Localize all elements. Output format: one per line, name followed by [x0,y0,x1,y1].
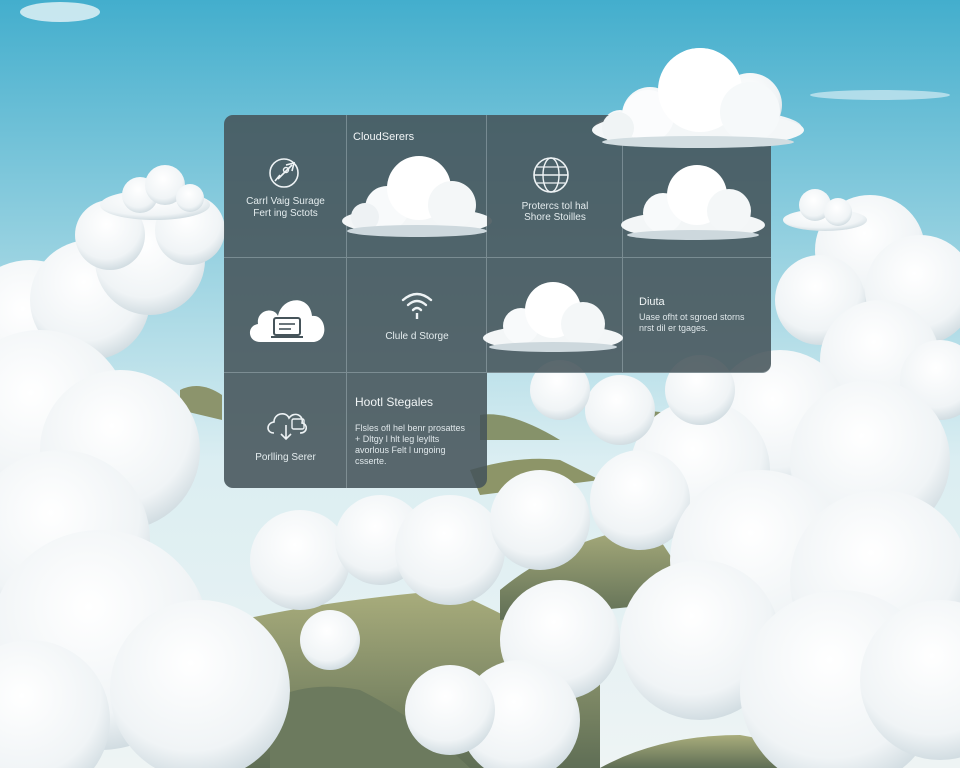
hosting-line2: + Dltgy l hlt leg leyllts [355,434,440,444]
floating-cloud [592,48,804,148]
storage-label-line2: Fert ing Sctots [253,208,318,219]
tile-data[interactable]: Diuta Uase ofht ot sgroed storns nrst di… [623,258,771,373]
cloud-illustration [342,156,492,237]
tile-hosting[interactable]: Hootl Stegales Flsles ofl hel benr prosa… [347,373,487,488]
data-line2: nrst dil er tgages. [639,323,709,333]
porting-label: Porlling Serer [255,452,316,463]
tile-cloud-laptop[interactable] [224,258,347,373]
cloud-sync-icon [267,413,308,441]
wifi-icon [401,292,433,319]
clude-storage-label: Clule d Storge [385,331,449,342]
data-title: Diuta [639,296,665,308]
storage-label-line1: Carrl Vaig Surage [246,196,325,207]
hosting-title: Hootl Stegales [355,395,434,409]
tile-clude-storage[interactable]: Clule d Storge [347,258,487,373]
protects-line2: Shore Stoilles [524,212,586,223]
cloud-servers-title: CloudSerers [353,131,415,143]
hosting-line4: csserte. [355,456,387,466]
tile-porting-server[interactable]: Porlling Serer [224,373,347,488]
tile-cloud-servers[interactable]: CloudSerers [342,115,492,258]
hosting-line3: avorlous Felt l ungoing [355,445,446,455]
cloud-laptop-icon [249,300,325,342]
data-line1: Uase ofht ot sgroed storns [639,312,745,322]
hosting-line1: Flsles ofl hel benr prosattes [355,423,466,433]
feature-grid: Carrl Vaig Surage Fert ing Sctots CloudS… [224,115,771,488]
cloud-illustration [621,165,765,240]
globe-icon [533,157,569,193]
tile-cloud-image-2[interactable] [483,258,623,373]
rocket-icon [269,158,299,188]
tile-storage[interactable]: Carrl Vaig Surage Fert ing Sctots [224,115,347,258]
cloud-illustration [483,282,623,352]
